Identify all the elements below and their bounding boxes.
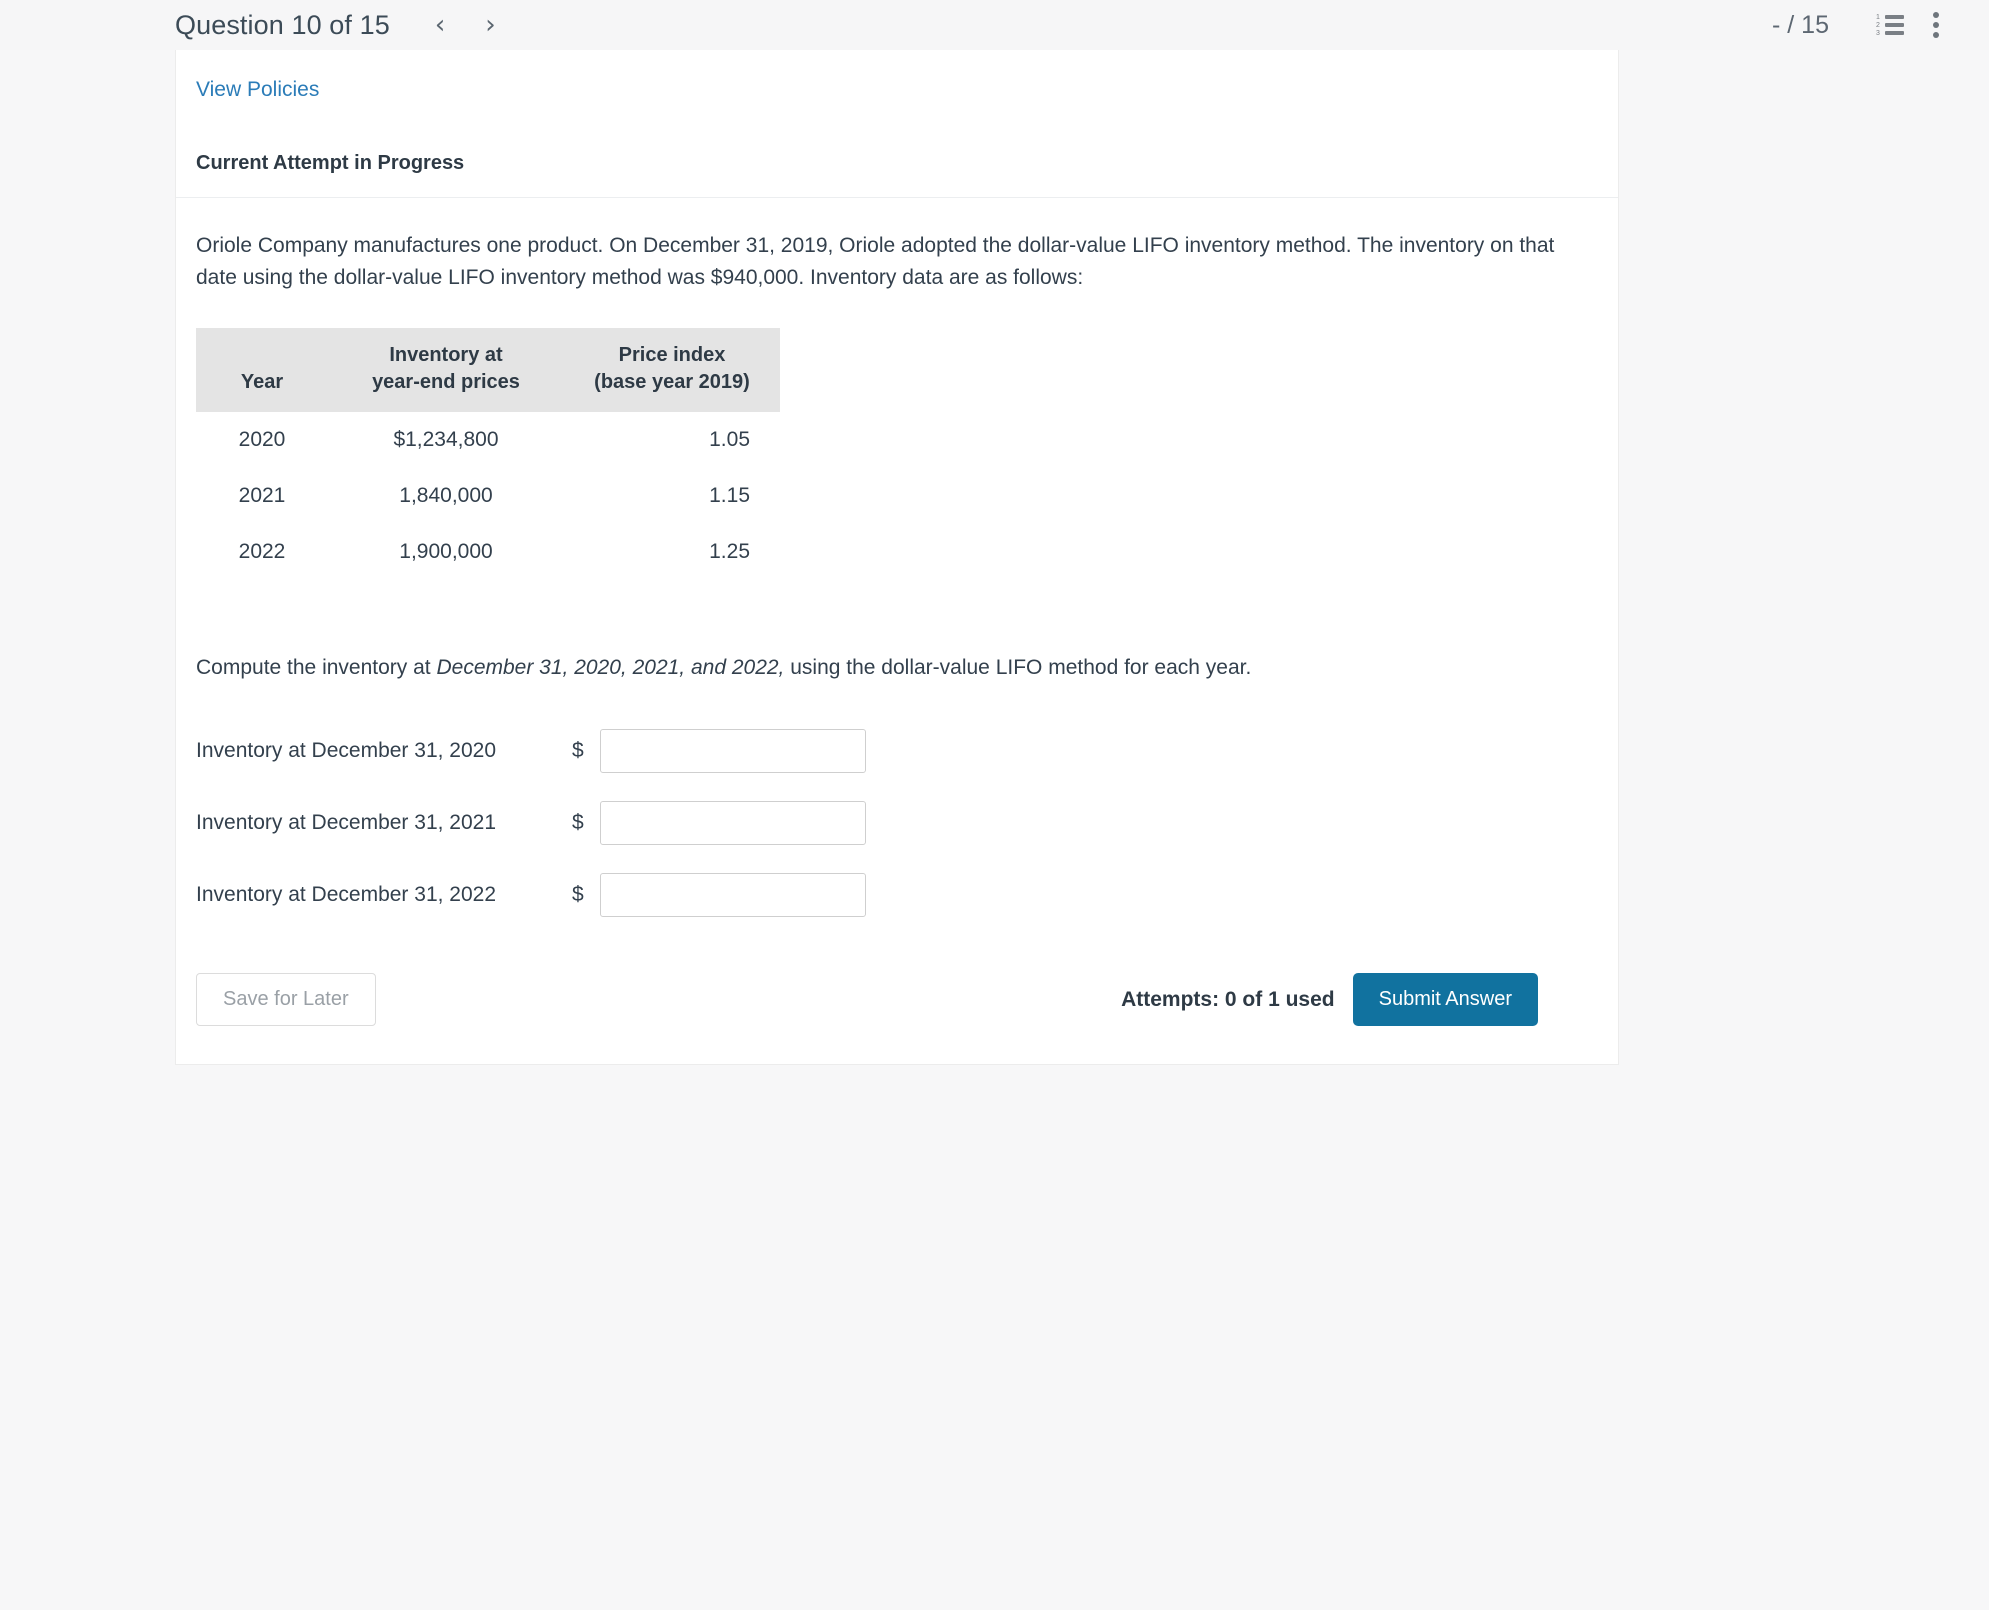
column-header-index-line2: (base year 2019) <box>594 370 750 393</box>
cell-year: 2020 <box>238 427 286 451</box>
cell-price-index: 1.15 <box>709 483 750 507</box>
page-title: Question 10 of 15 <box>175 9 390 40</box>
column-header-price-index: Price index (base year 2019) <box>564 327 780 412</box>
footer-right-group: Attempts: 0 of 1 used Submit Answer <box>1121 973 1558 1027</box>
cell-year: 2022 <box>238 539 286 563</box>
table-row: 2022 1,900,000 1.25 <box>196 524 780 580</box>
kebab-dot-3 <box>1933 32 1939 38</box>
list-icon-number-1: 1 <box>1876 14 1880 21</box>
compute-suffix: using the dollar-value LIFO method for e… <box>784 655 1252 679</box>
cell-inventory: 1,900,000 <box>399 539 493 563</box>
attempt-status-heading: Current Attempt in Progress <box>196 152 465 174</box>
column-header-inventory-line1: Inventory at <box>389 343 503 366</box>
toolbar-right-group: - / 15 1 2 3 <box>1772 0 1989 50</box>
more-options-button[interactable] <box>1913 2 1959 48</box>
column-header-year: Year <box>196 327 328 412</box>
kebab-menu-icon <box>1933 8 1939 42</box>
question-body-text: Oriole Company manufactures one product.… <box>196 234 1555 289</box>
answer-row-2020: Inventory at December 31, 2020 $ <box>196 729 1558 774</box>
section-divider <box>176 197 1618 198</box>
question-content: Oriole Company manufactures one product.… <box>176 230 1618 1064</box>
question-card-body: View Policies Current Attempt in Progres… <box>176 50 1618 1064</box>
dollar-sign-2022: $ <box>572 883 584 907</box>
question-navigation: ‹ › <box>435 12 496 38</box>
table-header: Year Inventory at year-end prices Price … <box>196 327 780 412</box>
inventory-data-table: Year Inventory at year-end prices Price … <box>196 327 780 580</box>
cell-year: 2021 <box>238 483 286 507</box>
column-header-inventory: Inventory at year-end prices <box>328 327 564 412</box>
question-footer: Save for Later Attempts: 0 of 1 used Sub… <box>196 973 1558 1064</box>
inventory-2020-input[interactable] <box>599 729 866 774</box>
numbered-list-icon: 1 2 3 <box>1876 14 1904 37</box>
card-padding-top: View Policies Current Attempt in Progres… <box>176 50 1618 175</box>
answer-label-2021: Inventory at December 31, 2021 <box>196 811 497 835</box>
attempts-counter: Attempts: 0 of 1 used <box>1121 987 1335 1011</box>
compute-instruction: Compute the inventory at December 31, 20… <box>196 652 1558 684</box>
submit-answer-button[interactable]: Submit Answer <box>1352 973 1538 1027</box>
list-icon-bar-1 <box>1885 15 1904 19</box>
inventory-2022-input[interactable] <box>599 873 866 918</box>
list-icon-bar-2 <box>1885 23 1904 27</box>
answer-row-2022: Inventory at December 31, 2022 $ <box>196 873 1558 918</box>
save-for-later-button[interactable]: Save for Later <box>196 973 376 1027</box>
cell-price-index: 1.05 <box>709 427 750 451</box>
list-icon-bar-3 <box>1885 31 1904 35</box>
view-policies-link[interactable]: View Policies <box>196 78 319 102</box>
column-header-index-line1: Price index <box>618 343 726 366</box>
list-icon-number-3: 3 <box>1876 30 1880 37</box>
answer-label-2022: Inventory at December 31, 2022 <box>196 883 497 907</box>
cell-inventory: $1,234,800 <box>393 427 499 451</box>
table-row: 2020 $1,234,800 1.05 <box>196 412 780 468</box>
score-display: - / 15 <box>1772 10 1829 39</box>
answer-fields: Inventory at December 31, 2020 $ Invento… <box>196 729 1558 918</box>
table-body: 2020 $1,234,800 1.05 2021 1,840,000 1.15… <box>196 412 780 580</box>
list-icon-number-2: 2 <box>1876 22 1880 29</box>
dollar-sign-2020: $ <box>572 739 584 763</box>
previous-question-icon[interactable]: ‹ <box>435 12 445 38</box>
cell-inventory: 1,840,000 <box>399 483 493 507</box>
answer-row-2021: Inventory at December 31, 2021 $ <box>196 801 1558 846</box>
cell-price-index: 1.25 <box>709 539 750 563</box>
kebab-dot-1 <box>1933 12 1939 18</box>
dollar-sign-2021: $ <box>572 811 584 835</box>
table-row: 2021 1,840,000 1.15 <box>196 468 780 524</box>
question-list-button[interactable]: 1 2 3 <box>1867 2 1913 48</box>
compute-dates: December 31, 2020, 2021, and 2022, <box>436 655 785 679</box>
question-toolbar: Question 10 of 15 ‹ › - / 15 1 2 3 <box>0 0 1989 50</box>
answer-label-2020: Inventory at December 31, 2020 <box>196 739 497 763</box>
next-question-icon[interactable]: › <box>485 12 495 38</box>
column-header-inventory-line2: year-end prices <box>372 370 520 393</box>
table-header-row: Year Inventory at year-end prices Price … <box>196 327 780 412</box>
compute-prefix: Compute the inventory at <box>196 655 437 679</box>
inventory-2021-input[interactable] <box>599 801 866 846</box>
question-card: View Policies Current Attempt in Progres… <box>175 50 1619 1066</box>
kebab-dot-2 <box>1933 22 1939 28</box>
